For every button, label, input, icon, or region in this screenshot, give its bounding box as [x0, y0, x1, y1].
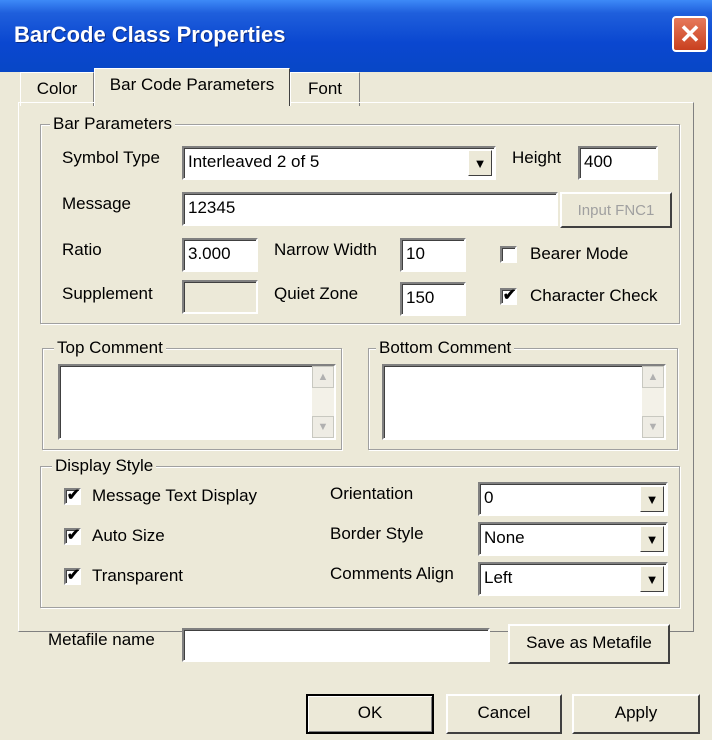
tab-color[interactable]: Color [20, 72, 94, 106]
scroll-down-arrow-icon[interactable]: ▼ [312, 416, 334, 438]
comments-align-dropdown-button[interactable]: ▼ [640, 566, 664, 592]
auto-size-label: Auto Size [92, 526, 165, 545]
close-button[interactable]: ✕ [672, 16, 708, 52]
border-style-value: None [484, 528, 525, 547]
message-input[interactable]: 12345 [182, 192, 558, 226]
metafile-name-label: Metafile name [48, 630, 155, 649]
checkmark-icon: ✔ [502, 287, 517, 304]
symbol-type-value: Interleaved 2 of 5 [188, 152, 320, 171]
height-input[interactable]: 400 [578, 146, 658, 180]
checkmark-icon: ✔ [66, 487, 81, 504]
bearer-mode-label: Bearer Mode [530, 244, 629, 263]
ok-button[interactable]: OK [306, 694, 434, 734]
display-style-legend: Display Style [52, 456, 157, 476]
scroll-up-arrow-icon[interactable]: ▲ [642, 366, 664, 388]
top-comment-scrollbar[interactable]: ▲ ▼ [312, 366, 334, 438]
chevron-down-icon: ▼ [473, 156, 487, 171]
save-as-metafile-button[interactable]: Save as Metafile [508, 624, 670, 664]
top-comment-textarea[interactable] [58, 364, 336, 440]
border-style-label: Border Style [330, 524, 424, 543]
message-text-display-checkbox[interactable]: ✔ [64, 487, 81, 505]
chevron-down-icon: ▼ [645, 572, 659, 587]
supplement-input[interactable] [182, 280, 258, 314]
bar-parameters-legend: Bar Parameters [50, 114, 176, 134]
checkmark-icon: ✔ [66, 527, 81, 544]
ratio-input[interactable]: 3.000 [182, 238, 258, 272]
scroll-up-arrow-icon[interactable]: ▲ [312, 366, 334, 388]
scroll-down-arrow-icon[interactable]: ▼ [642, 416, 664, 438]
narrow-width-input[interactable]: 10 [400, 238, 466, 272]
tab-bar-code-parameters[interactable]: Bar Code Parameters [94, 68, 290, 106]
comments-align-select[interactable]: Left ▼ [478, 562, 668, 596]
orientation-select[interactable]: 0 ▼ [478, 482, 668, 516]
tab-font[interactable]: Font [290, 72, 360, 106]
character-check-label: Character Check [530, 286, 658, 305]
character-check-checkbox[interactable]: ✔ [500, 287, 517, 305]
input-fnc1-button[interactable]: Input FNC1 [560, 192, 672, 228]
top-comment-legend: Top Comment [54, 338, 166, 358]
title-bar[interactable]: BarCode Class Properties ✕ [0, 0, 712, 72]
chevron-down-icon: ▼ [645, 532, 659, 547]
bottom-comment-textarea[interactable] [382, 364, 666, 440]
orientation-label: Orientation [330, 484, 414, 503]
orientation-value: 0 [484, 488, 494, 507]
cancel-button[interactable]: Cancel [446, 694, 562, 734]
comments-align-value: Left [484, 568, 513, 587]
comments-align-label: Comments Align [330, 564, 454, 583]
quiet-zone-input[interactable]: 150 [400, 282, 466, 316]
symbol-type-dropdown-button[interactable]: ▼ [468, 150, 492, 176]
orientation-dropdown-button[interactable]: ▼ [640, 486, 664, 512]
symbol-type-label: Symbol Type [62, 148, 160, 167]
checkmark-icon: ✔ [66, 567, 81, 584]
bottom-comment-scrollbar[interactable]: ▲ ▼ [642, 366, 664, 438]
quiet-zone-label: Quiet Zone [274, 284, 359, 303]
close-icon: ✕ [679, 19, 701, 49]
height-label: Height [512, 148, 562, 167]
metafile-name-input[interactable] [182, 628, 490, 662]
supplement-label: Supplement [62, 284, 153, 303]
message-label: Message [62, 194, 131, 213]
border-style-dropdown-button[interactable]: ▼ [640, 526, 664, 552]
bearer-mode-checkbox[interactable] [500, 246, 517, 263]
ratio-label: Ratio [62, 240, 102, 259]
auto-size-checkbox[interactable]: ✔ [64, 527, 81, 545]
bottom-comment-legend: Bottom Comment [376, 338, 515, 358]
message-text-display-label: Message Text Display [92, 486, 258, 505]
border-style-select[interactable]: None ▼ [478, 522, 668, 556]
transparent-checkbox[interactable]: ✔ [64, 567, 81, 585]
transparent-label: Transparent [92, 566, 184, 585]
apply-button[interactable]: Apply [572, 694, 700, 734]
symbol-type-select[interactable]: Interleaved 2 of 5 ▼ [182, 146, 496, 180]
chevron-down-icon: ▼ [645, 492, 659, 507]
window-title: BarCode Class Properties [14, 22, 286, 47]
narrow-width-label: Narrow Width [274, 240, 377, 259]
